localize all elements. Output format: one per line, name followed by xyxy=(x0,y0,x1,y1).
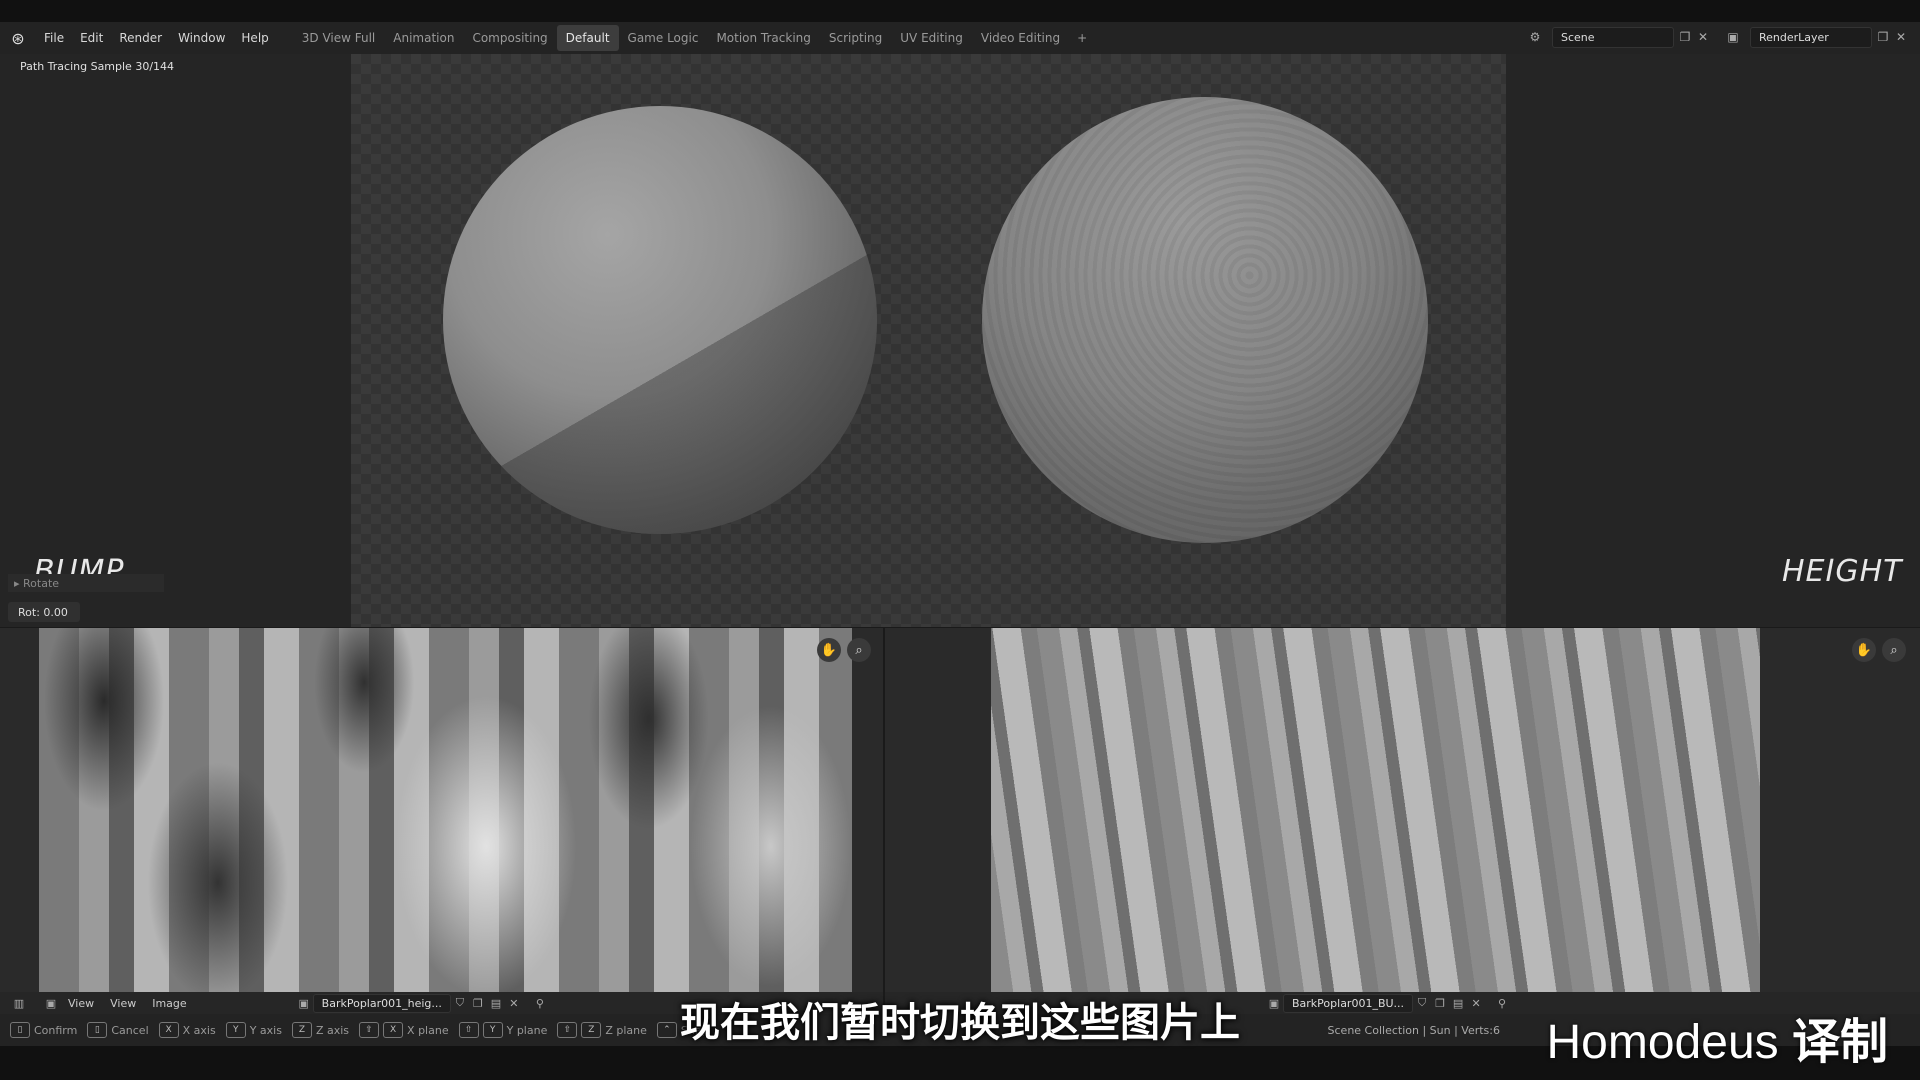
tab-game-logic[interactable]: Game Logic xyxy=(619,25,708,51)
top-menubar: ⊛ File Edit Render Window Help 3D View F… xyxy=(0,22,1920,54)
bump-sphere xyxy=(443,106,877,534)
height-label: HEIGHT xyxy=(1782,554,1903,589)
tab-motion-tracking[interactable]: Motion Tracking xyxy=(707,25,819,51)
rotate-operator-panel[interactable]: ▸ Rotate xyxy=(8,574,164,592)
scene-field[interactable]: Scene xyxy=(1552,27,1674,48)
add-workspace-button[interactable]: + xyxy=(1069,25,1095,51)
scene-close-icon[interactable]: ✕ xyxy=(1694,28,1712,46)
render-layer-icon[interactable]: ▣ xyxy=(1724,28,1742,46)
watermark-cn: 译制 xyxy=(1791,1014,1888,1070)
tab-uv-editing[interactable]: UV Editing xyxy=(891,25,972,51)
tab-scripting[interactable]: Scripting xyxy=(820,25,891,51)
render-layer-new-icon[interactable]: ❐ xyxy=(1874,28,1892,46)
scene-type-icon[interactable]: ⚙ xyxy=(1526,28,1544,46)
height-sphere xyxy=(982,97,1428,543)
blender-logo-icon[interactable]: ⊛ xyxy=(0,29,36,48)
viewport-left-area xyxy=(0,54,351,627)
pan-hand-icon[interactable]: ✋ xyxy=(817,638,841,662)
zoom-icon[interactable]: ⌕ xyxy=(1882,638,1906,662)
viewport-right-area xyxy=(1506,54,1920,627)
workspace-tabs: 3D View Full Animation Compositing Defau… xyxy=(293,25,1095,51)
tab-default[interactable]: Default xyxy=(556,25,619,51)
menu-edit[interactable]: Edit xyxy=(72,31,111,45)
tab-compositing[interactable]: Compositing xyxy=(463,25,556,51)
translator-watermark: Homodeus 译制 xyxy=(1547,1002,1888,1072)
bump-texture-image xyxy=(991,628,1760,992)
height-texture-image xyxy=(39,628,852,992)
render-viewport[interactable]: Path Tracing Sample 30/144 BUMP HEIGHT ▸… xyxy=(0,54,1920,627)
rot-value-field[interactable]: Rot: 0.00 xyxy=(8,602,80,622)
scene-new-icon[interactable]: ❐ xyxy=(1676,28,1694,46)
menu-file[interactable]: File xyxy=(36,31,72,45)
zoom-icon[interactable]: ⌕ xyxy=(847,638,871,662)
watermark-latin: Homodeus xyxy=(1546,1016,1779,1069)
menu-help[interactable]: Help xyxy=(233,31,276,45)
tab-3d-view-full[interactable]: 3D View Full xyxy=(293,25,385,51)
path-tracing-status: Path Tracing Sample 30/144 xyxy=(20,60,175,73)
image-editor-right[interactable]: ✋ ⌕ xyxy=(885,628,1920,992)
letterbox-top xyxy=(0,0,1920,22)
render-layer-field[interactable]: RenderLayer xyxy=(1750,27,1872,48)
pan-hand-icon[interactable]: ✋ xyxy=(1852,638,1876,662)
tab-animation[interactable]: Animation xyxy=(384,25,463,51)
menu-window[interactable]: Window xyxy=(170,31,233,45)
image-editor-left[interactable]: ✋ ⌕ xyxy=(0,628,883,992)
menu-render[interactable]: Render xyxy=(111,31,170,45)
tab-video-editing[interactable]: Video Editing xyxy=(972,25,1069,51)
render-layer-close-icon[interactable]: ✕ xyxy=(1892,28,1910,46)
